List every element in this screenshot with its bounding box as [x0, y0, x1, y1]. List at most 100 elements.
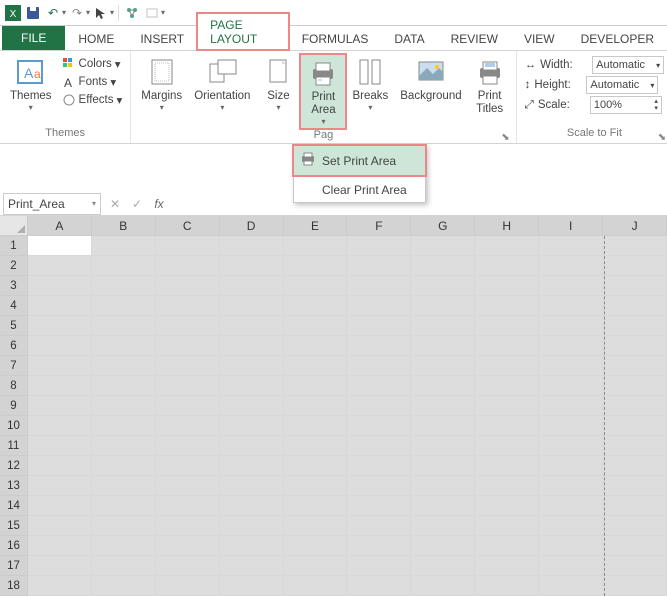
cell[interactable] [220, 336, 284, 356]
column-header[interactable]: B [92, 216, 156, 235]
cell[interactable] [28, 256, 92, 276]
cell[interactable] [411, 456, 475, 476]
name-box[interactable]: Print_Area ▾ [3, 193, 101, 215]
cell[interactable] [28, 536, 92, 556]
cell[interactable] [92, 236, 156, 256]
cell[interactable] [347, 456, 411, 476]
cell[interactable] [156, 536, 220, 556]
cell[interactable] [475, 536, 539, 556]
cell[interactable] [284, 476, 348, 496]
cell[interactable] [539, 496, 603, 516]
cell[interactable] [475, 256, 539, 276]
cell[interactable] [156, 516, 220, 536]
cell[interactable] [603, 556, 667, 576]
cell[interactable] [28, 356, 92, 376]
qa-more-caret-icon[interactable]: ▾ [110, 8, 114, 17]
cell[interactable] [92, 576, 156, 596]
cell[interactable] [603, 456, 667, 476]
column-header[interactable]: E [284, 216, 348, 235]
cell[interactable] [603, 296, 667, 316]
column-header[interactable]: F [347, 216, 411, 235]
effects-button[interactable]: Effects ▾ [60, 92, 125, 108]
cell[interactable] [347, 396, 411, 416]
cell[interactable] [539, 256, 603, 276]
cell[interactable] [28, 336, 92, 356]
cell[interactable] [28, 416, 92, 436]
cell[interactable] [220, 516, 284, 536]
cell[interactable] [220, 396, 284, 416]
breaks-button[interactable]: Breaks ▾ [346, 54, 394, 114]
cell[interactable] [284, 396, 348, 416]
cell[interactable] [156, 556, 220, 576]
cell[interactable] [28, 496, 92, 516]
cell[interactable] [411, 376, 475, 396]
cell[interactable] [475, 576, 539, 596]
cell[interactable] [411, 296, 475, 316]
background-button[interactable]: Background [394, 54, 467, 105]
tab-view[interactable]: VIEW [511, 27, 568, 50]
cell[interactable] [475, 436, 539, 456]
cell[interactable] [411, 416, 475, 436]
cell[interactable] [284, 356, 348, 376]
row-header[interactable]: 16 [0, 536, 28, 556]
row-header[interactable]: 2 [0, 256, 28, 276]
tab-formulas[interactable]: FORMULAS [289, 27, 382, 50]
cell[interactable] [220, 416, 284, 436]
cell[interactable] [347, 576, 411, 596]
cell[interactable] [92, 296, 156, 316]
cell[interactable] [156, 296, 220, 316]
cell[interactable] [475, 456, 539, 476]
cell[interactable] [284, 556, 348, 576]
cell[interactable] [92, 536, 156, 556]
cell[interactable] [220, 536, 284, 556]
dialog-launcher-icon[interactable]: ⬊ [501, 132, 509, 143]
cell[interactable] [603, 516, 667, 536]
tab-page-layout[interactable]: PAGE LAYOUT [197, 13, 289, 50]
cell[interactable] [411, 436, 475, 456]
cell[interactable] [220, 576, 284, 596]
qa-icon-1[interactable] [123, 4, 141, 22]
cell[interactable] [603, 576, 667, 596]
cell[interactable] [411, 396, 475, 416]
cell[interactable] [92, 436, 156, 456]
cell[interactable] [284, 296, 348, 316]
cell[interactable] [347, 556, 411, 576]
cell[interactable] [156, 576, 220, 596]
row-header[interactable]: 10 [0, 416, 28, 436]
cell[interactable] [156, 256, 220, 276]
cell[interactable] [284, 536, 348, 556]
cell[interactable] [92, 476, 156, 496]
column-header[interactable]: H [475, 216, 539, 235]
cell[interactable] [156, 476, 220, 496]
cell[interactable] [220, 556, 284, 576]
margins-button[interactable]: Margins ▾ [135, 54, 188, 114]
cell[interactable] [475, 516, 539, 536]
cell[interactable] [539, 396, 603, 416]
cell[interactable] [284, 496, 348, 516]
cell[interactable] [603, 256, 667, 276]
cell[interactable] [28, 316, 92, 336]
colors-button[interactable]: Colors ▾ [60, 56, 125, 72]
row-header[interactable]: 1 [0, 236, 28, 256]
cell[interactable] [539, 236, 603, 256]
cell[interactable] [539, 416, 603, 436]
cell[interactable] [347, 356, 411, 376]
cell[interactable] [220, 276, 284, 296]
undo-icon[interactable]: ↶ [44, 4, 62, 22]
scale-spinner[interactable]: 100%▴▾ [590, 96, 662, 114]
cell[interactable] [28, 436, 92, 456]
row-header[interactable]: 9 [0, 396, 28, 416]
cell[interactable] [156, 376, 220, 396]
cell[interactable] [347, 496, 411, 516]
cell[interactable] [411, 496, 475, 516]
cell[interactable] [284, 336, 348, 356]
cell[interactable] [411, 556, 475, 576]
cell[interactable] [92, 376, 156, 396]
cell[interactable] [156, 336, 220, 356]
cell[interactable] [284, 236, 348, 256]
row-header[interactable]: 6 [0, 336, 28, 356]
cell[interactable] [92, 456, 156, 476]
cell[interactable] [220, 256, 284, 276]
row-header[interactable]: 8 [0, 376, 28, 396]
cell[interactable] [411, 276, 475, 296]
